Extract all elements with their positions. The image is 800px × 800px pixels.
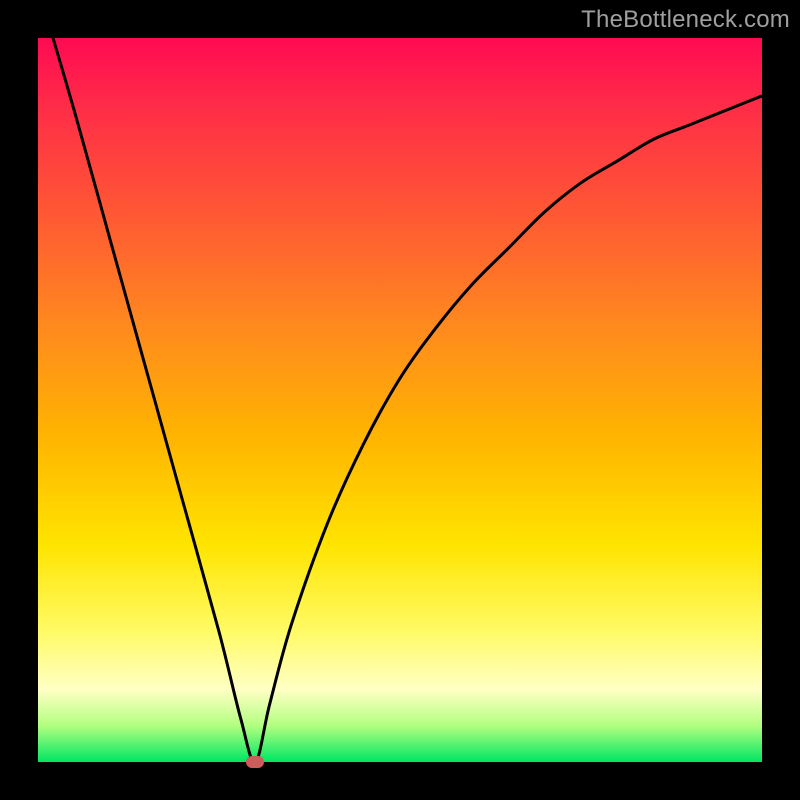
chart-frame: TheBottleneck.com — [0, 0, 800, 800]
plot-area — [38, 38, 762, 762]
bottleneck-curve — [38, 38, 762, 762]
watermark-text: TheBottleneck.com — [581, 6, 790, 34]
optimum-marker — [246, 756, 264, 768]
curve-path — [38, 38, 762, 762]
